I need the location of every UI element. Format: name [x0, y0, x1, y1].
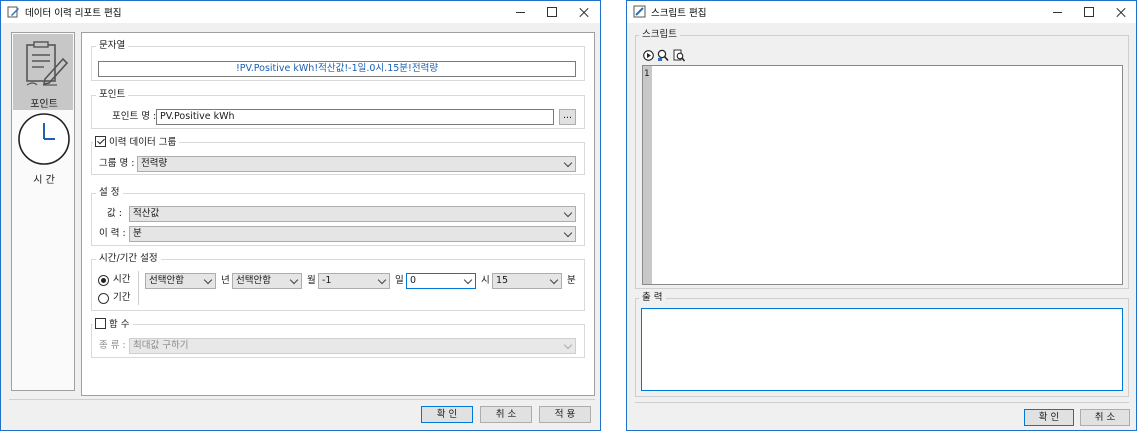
chevron-down-icon [203, 275, 213, 285]
day-unit: 일 [395, 275, 404, 286]
point-group-title: 포인트 [96, 89, 129, 101]
history-label: 이 력 : [99, 228, 126, 239]
window-title: 데이터 이력 리포트 편집 [25, 8, 122, 19]
preview-icon[interactable] [673, 49, 685, 62]
footer-divider [9, 399, 595, 400]
apply-button[interactable]: 적 용 [539, 406, 591, 423]
value-label: 값 : [107, 208, 122, 219]
output-box[interactable] [641, 308, 1123, 391]
time-group-title: 시간/기간 설정 [96, 253, 161, 265]
string-group-title: 문자열 [96, 40, 129, 52]
close-button[interactable] [1105, 1, 1137, 23]
output-group-title: 출 력 [639, 292, 666, 304]
settings-group-title: 설 정 [96, 187, 123, 199]
ok-button[interactable]: 확 인 [421, 406, 473, 423]
history-group-checkbox[interactable] [95, 136, 106, 147]
close-button[interactable] [568, 1, 600, 23]
group-name-label: 그룹 명 : [99, 158, 135, 169]
hour-unit: 시 [481, 275, 490, 286]
history-group-header: 이력 데이터 그룹 [93, 136, 180, 149]
minute-select[interactable]: 15 [492, 273, 562, 289]
minute-unit: 분 [567, 275, 576, 286]
function-group-title: 함 수 [109, 319, 130, 330]
sidebar: 포인트 시 간 [11, 32, 75, 391]
chevron-down-icon [463, 275, 473, 285]
radio-time-label: 시간 [113, 274, 131, 285]
sidebar-item-label: 시 간 [33, 175, 55, 186]
minimize-button[interactable] [1041, 1, 1073, 23]
footer-divider [635, 402, 1129, 403]
radio-time[interactable] [98, 275, 109, 286]
chevron-down-icon [563, 340, 573, 350]
day-select-value: -1 [322, 275, 332, 286]
edit-icon [7, 6, 19, 18]
script-toolbar [643, 49, 701, 63]
function-checkbox[interactable] [95, 318, 106, 329]
function-type-select: 최대값 구하기 [129, 338, 576, 354]
chevron-down-icon [563, 228, 573, 238]
divider [138, 271, 139, 305]
chevron-down-icon [563, 208, 573, 218]
window-title: 스크립트 편집 [651, 8, 707, 19]
string-display: !PV.Positive kWh!적산값!-1일.0시.15분!전력량 [98, 61, 576, 77]
title-bar: 데이터 이력 리포트 편집 [1, 1, 600, 23]
month-select[interactable]: 선택안함 [232, 273, 302, 289]
history-select-value: 분 [133, 228, 142, 239]
function-group-header: 함 수 [93, 318, 133, 331]
group-name-select[interactable]: 전력량 [137, 156, 576, 172]
cancel-button[interactable]: 취 소 [1080, 409, 1130, 426]
sidebar-item-label: 포인트 [30, 99, 58, 110]
day-select[interactable]: -1 [318, 273, 390, 289]
history-group-title: 이력 데이터 그룹 [109, 137, 177, 148]
sidebar-item-point[interactable]: 포인트 [13, 34, 73, 110]
value-select[interactable]: 적산값 [129, 206, 576, 222]
report-edit-window: 데이터 이력 리포트 편집 포인트 시 간 문자열 !PV.Positive k… [0, 0, 601, 431]
chevron-down-icon [549, 275, 559, 285]
chevron-down-icon [377, 275, 387, 285]
chevron-down-icon [289, 275, 299, 285]
line-number: 1 [644, 69, 650, 79]
cancel-button[interactable]: 취 소 [480, 406, 532, 423]
history-select[interactable]: 분 [129, 226, 576, 242]
script-icon [633, 5, 646, 18]
script-editor[interactable]: 1 [642, 65, 1123, 285]
month-unit: 월 [307, 275, 316, 286]
point-name-input[interactable]: PV.Positive kWh [156, 109, 554, 125]
year-select-value: 선택안함 [149, 275, 184, 286]
chevron-down-icon [563, 158, 573, 168]
radio-period-label: 기간 [113, 292, 131, 303]
ok-button[interactable]: 확 인 [1024, 409, 1074, 426]
script-edit-window: 스크립트 편집 스크립트 1 출 력 확 인 취 소 [626, 0, 1137, 431]
find-icon[interactable] [657, 49, 669, 62]
function-type-label: 종 류 : [99, 340, 126, 351]
maximize-button[interactable] [1073, 1, 1105, 23]
title-bar: 스크립트 편집 [627, 1, 1136, 23]
settings-panel: 문자열 !PV.Positive kWh!적산값!-1일.0시.15분!전력량 … [81, 32, 595, 396]
value-select-value: 적산값 [133, 208, 160, 219]
hour-select[interactable]: 0 [406, 273, 476, 289]
hour-select-value: 0 [410, 275, 417, 286]
point-name-label: 포인트 명 : [112, 111, 157, 122]
maximize-button[interactable] [536, 1, 568, 23]
sidebar-item-time[interactable]: 시 간 [13, 111, 73, 187]
clock-icon [18, 113, 70, 165]
document-pencil-icon [26, 41, 69, 86]
function-type-value: 최대값 구하기 [133, 340, 189, 351]
year-unit: 년 [221, 275, 230, 286]
minimize-button[interactable] [504, 1, 536, 23]
year-select[interactable]: 선택안함 [145, 273, 216, 289]
month-select-value: 선택안함 [236, 275, 271, 286]
browse-point-button[interactable]: ... [559, 109, 576, 125]
run-icon[interactable] [643, 50, 654, 61]
minute-select-value: 15 [496, 275, 509, 286]
group-name-value: 전력량 [141, 158, 168, 169]
script-group-title: 스크립트 [639, 29, 680, 41]
radio-period[interactable] [98, 293, 109, 304]
line-gutter [643, 66, 652, 284]
